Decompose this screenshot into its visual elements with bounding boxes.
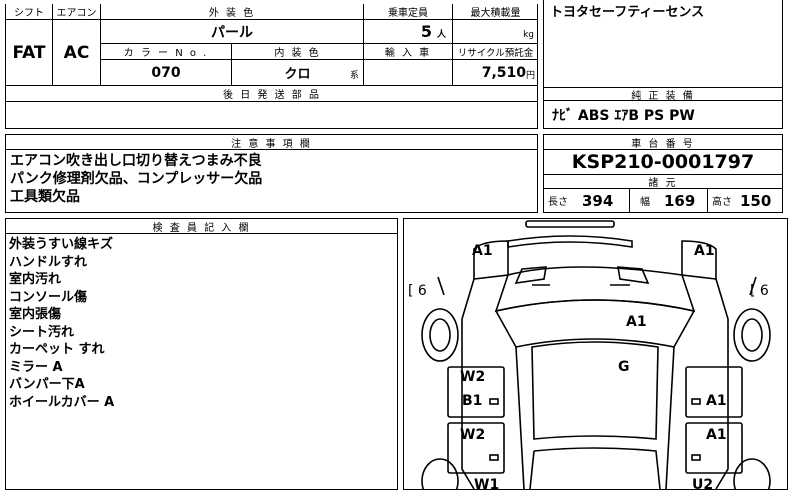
car-outline	[421, 220, 771, 489]
inspector-line: ハンドルすれ	[9, 254, 88, 270]
exterior-color-header: 外 装 色	[101, 4, 364, 20]
damage-label-hood: A1	[626, 314, 647, 330]
import-header: 輸 入 車	[364, 44, 453, 60]
interior-color-text: クロ	[284, 67, 311, 82]
notes-header: 注 意 事 項 欄	[6, 135, 537, 150]
inspector-line: 室内汚れ	[9, 272, 62, 287]
max-load-header: 最大積載量	[453, 4, 538, 20]
height-value: 150	[740, 191, 772, 210]
damage-label-rear-left: W1	[474, 477, 500, 493]
recycle-amount: 7,510	[481, 64, 526, 81]
inspector-line: ミラー A	[9, 359, 63, 375]
note-line: 工具類欠品	[10, 189, 80, 205]
recycle-unit: 円	[525, 71, 535, 81]
damage-label-left-rear-door: W2	[460, 427, 486, 443]
standard-equipment-value: ﾅﾋﾞ ABS ｴｱB PS PW	[552, 108, 695, 124]
standard-equipment-header: 純 正 装 備	[544, 87, 782, 101]
inspector-line: 室内張傷	[9, 307, 62, 322]
note-line: パンク修理剤欠品、コンプレッサー欠品	[10, 171, 263, 187]
note-line: エアコン吹き出し口切り替えつまみ不良	[10, 153, 262, 169]
inspector-header: 検 査 員 記 入 欄	[6, 219, 397, 234]
damage-label-left-front-door-1: W2	[460, 369, 486, 385]
aircon-header: エアコン	[53, 4, 101, 20]
later-parts-value	[6, 102, 538, 128]
color-no-value: 070	[101, 60, 232, 86]
capacity-unit: 人	[436, 30, 446, 40]
chassis-number: KSP210-0001797	[571, 151, 755, 173]
spec-table: シフト エアコン 外 装 色 乗車定員 最大積載量 FAT AC パール 5 人…	[5, 4, 538, 129]
length-cell: 長さ 394	[544, 189, 630, 212]
max-load-value: kg	[453, 20, 538, 44]
later-parts-header: 後 日 発 送 部 品	[6, 86, 538, 102]
recycle-value: 7,510 円	[453, 60, 538, 86]
tire-marker-left: [ 6	[408, 283, 427, 299]
length-label: 長さ	[548, 197, 568, 208]
safety-feature-text: トヨタセーフティーセンス	[550, 5, 705, 20]
damage-label-front-left: A1	[472, 243, 493, 259]
width-cell: 幅 169	[630, 189, 708, 212]
damage-label-front-right: A1	[694, 243, 715, 259]
height-label: 高さ	[712, 197, 732, 208]
tire-marker-right: [ 6	[750, 283, 769, 299]
length-value: 394	[582, 191, 614, 210]
dims-header: 諸 元	[544, 174, 782, 189]
damage-label-right-rear-door: A1	[706, 427, 727, 443]
max-load-unit: kg	[523, 30, 534, 40]
capacity-value: 5 人	[364, 20, 453, 44]
damage-label-left-front-door-2: B1	[462, 393, 483, 409]
inspector-box: 検 査 員 記 入 欄 外装うすい線キズ ハンドルすれ 室内汚れ コンソール傷 …	[5, 218, 398, 490]
inspector-line: コンソール傷	[9, 289, 88, 305]
inspector-line: ホイールカバー A	[9, 394, 115, 410]
inspector-line: 外装うすい線キズ	[9, 237, 114, 252]
interior-color-value: クロ 系	[232, 60, 364, 86]
import-value	[364, 60, 453, 86]
inspector-line: シート汚れ	[9, 324, 75, 340]
damage-label-rear-right: U2	[692, 477, 714, 493]
interior-color-header: 内 装 色	[232, 44, 364, 60]
shift-header: シフト	[6, 4, 53, 20]
damage-label-roof: G	[618, 359, 630, 375]
exterior-color-value: パール	[101, 20, 364, 44]
height-cell: 高さ 150	[708, 189, 782, 212]
interior-color-suffix: 系	[349, 71, 359, 81]
shift-value: FAT	[6, 20, 53, 86]
chassis-header: 車 台 番 号	[544, 135, 782, 150]
capacity-header: 乗車定員	[364, 4, 453, 20]
inspector-line: バンパー下A	[9, 377, 85, 392]
recycle-header: リサイクル預託金	[453, 44, 538, 60]
capacity-number: 5	[420, 22, 432, 41]
aircon-value: AC	[53, 20, 101, 86]
damage-diagram: [ 6 [ 6 A1 A1 A1 G W2 B1 A1 W2 A1 W1 U2	[403, 218, 788, 493]
features-box: トヨタセーフティーセンス 純 正 装 備 ﾅﾋﾞ ABS ｴｱB PS PW	[543, 0, 783, 129]
notes-box: 注 意 事 項 欄 エアコン吹き出し口切り替えつまみ不良 パンク修理剤欠品、コン…	[5, 134, 538, 213]
width-label: 幅	[640, 197, 650, 208]
width-value: 169	[664, 191, 696, 210]
color-no-header: カ ラ ー N o .	[101, 44, 232, 60]
inspector-line: カーペット すれ	[9, 342, 105, 357]
damage-label-right-front-door: A1	[706, 393, 727, 409]
chassis-box: 車 台 番 号 KSP210-0001797 諸 元 長さ 394 幅 169 …	[543, 134, 783, 213]
